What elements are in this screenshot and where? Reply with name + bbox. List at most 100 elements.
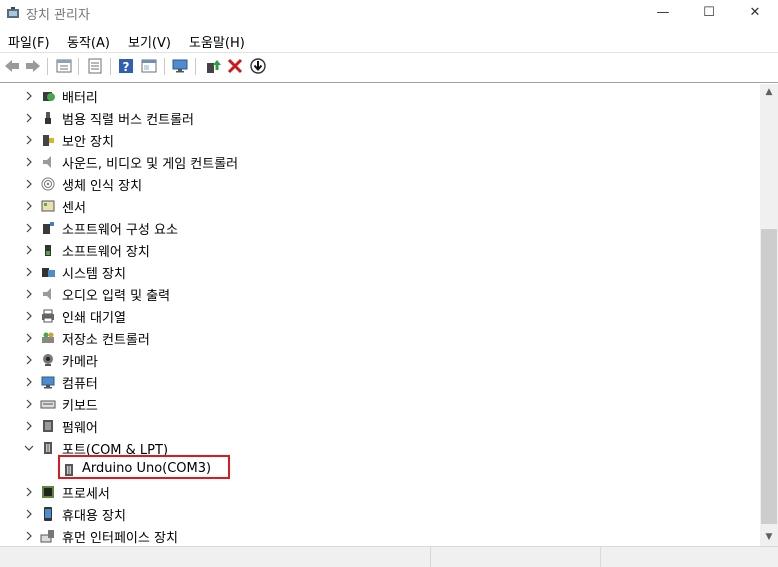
chevron-right-icon[interactable] — [22, 485, 36, 499]
chevron-right-icon[interactable] — [22, 331, 36, 345]
tree-node-label: 저장소 컨트롤러 — [62, 333, 150, 348]
update-driver-icon[interactable] — [203, 57, 221, 75]
software-device-icon — [45, 245, 51, 256]
menu-file[interactable]: 파일(F) — [8, 32, 50, 51]
tree-node-label: 키보드 — [62, 399, 98, 414]
chevron-right-icon[interactable] — [22, 221, 36, 235]
tree-node-label: 인쇄 대기열 — [62, 311, 126, 326]
tree-node[interactable]: 범용 직렬 버스 컨트롤러 — [0, 107, 760, 129]
close-button[interactable]: ✕ — [732, 0, 778, 26]
vertical-scrollbar[interactable]: ▲ ▼ — [760, 84, 778, 546]
toolbar-separator — [195, 58, 196, 75]
menu-action[interactable]: 동작(A) — [67, 32, 110, 51]
chevron-right-icon[interactable] — [22, 89, 36, 103]
device-manager-app-icon — [7, 7, 19, 18]
tree-node-label: 생체 인식 장치 — [62, 179, 143, 194]
software-component-icon — [43, 222, 54, 234]
tree-node-label: 시스템 장치 — [62, 267, 126, 282]
uninstall-icon[interactable] — [226, 57, 244, 75]
tree-node[interactable]: 프로세서 — [0, 481, 760, 503]
tree-node[interactable]: 펌웨어 — [0, 415, 760, 437]
port-icon — [44, 442, 52, 454]
tree-node-label: 휴대용 장치 — [62, 509, 126, 524]
battery-icon — [43, 92, 55, 101]
tree-node[interactable]: 배터리 — [0, 85, 760, 107]
tree-node[interactable]: 소프트웨어 구성 요소 — [0, 217, 760, 239]
tree-node-label: 센서 — [62, 201, 86, 216]
tree-node-label: 보안 장치 — [62, 135, 114, 150]
chevron-right-icon[interactable] — [22, 199, 36, 213]
scroll-up-icon[interactable]: ▲ — [760, 84, 778, 101]
status-segment — [600, 547, 761, 567]
chevron-right-icon[interactable] — [22, 529, 36, 543]
chevron-right-icon[interactable] — [22, 375, 36, 389]
scroll-down-icon[interactable]: ▼ — [760, 529, 778, 546]
maximize-button[interactable]: ☐ — [686, 0, 732, 26]
chevron-right-icon[interactable] — [22, 177, 36, 191]
properties-icon[interactable] — [55, 57, 73, 75]
tree-node-label: 소프트웨어 구성 요소 — [62, 223, 178, 238]
processor-icon — [42, 486, 54, 498]
scrollbar-thumb[interactable] — [761, 229, 777, 524]
tree-node-label: 오디오 입력 및 출력 — [62, 289, 171, 304]
tree-node-label: 컴퓨터 — [62, 377, 98, 392]
audio-icon — [43, 288, 51, 300]
chevron-right-icon[interactable] — [22, 419, 36, 433]
chevron-right-icon[interactable] — [22, 111, 36, 125]
tree-node-label: 소프트웨어 장치 — [62, 245, 150, 260]
tree-node[interactable]: 오디오 입력 및 출력 — [0, 283, 760, 305]
chevron-right-icon[interactable] — [22, 309, 36, 323]
status-segment — [430, 547, 601, 567]
tree-node-label: 사운드, 비디오 및 게임 컨트롤러 — [62, 157, 239, 172]
tree-node[interactable]: 생체 인식 장치 — [0, 173, 760, 195]
download-icon[interactable] — [249, 57, 267, 75]
tree-node-label: 펌웨어 — [62, 421, 98, 436]
computer-icon — [41, 376, 55, 389]
window-title: 장치 관리자 — [26, 8, 90, 23]
portable-device-icon — [44, 507, 52, 521]
hid-icon — [40, 530, 54, 543]
storage-icon — [42, 332, 54, 343]
sensor-icon — [41, 200, 55, 212]
chevron-right-icon[interactable] — [22, 507, 36, 521]
menu-help[interactable]: 도움말(H) — [189, 32, 245, 51]
tree-node[interactable]: 센서 — [0, 195, 760, 217]
tree-node[interactable]: 카메라 — [0, 349, 760, 371]
tree-node[interactable]: 보안 장치 — [0, 129, 760, 151]
toolbar-divider — [0, 82, 778, 83]
camera-icon — [43, 354, 53, 366]
tree-node[interactable]: 컴퓨터 — [0, 371, 760, 393]
chevron-right-icon[interactable] — [22, 397, 36, 411]
tree-node-label: 범용 직렬 버스 컨트롤러 — [62, 113, 194, 128]
forward-icon[interactable] — [24, 57, 42, 75]
security-icon — [43, 135, 54, 146]
tree-node[interactable]: 저장소 컨트롤러 — [0, 327, 760, 349]
chevron-right-icon[interactable] — [22, 243, 36, 257]
tree-node[interactable]: 소프트웨어 장치 — [0, 239, 760, 261]
tree-node[interactable]: 사운드, 비디오 및 게임 컨트롤러 — [0, 151, 760, 173]
status-bar — [0, 546, 778, 567]
chevron-right-icon[interactable] — [22, 155, 36, 169]
view-icon[interactable] — [140, 57, 158, 75]
tree-node[interactable]: 인쇄 대기열 — [0, 305, 760, 327]
menu-divider — [0, 52, 778, 53]
chevron-right-icon[interactable] — [22, 353, 36, 367]
minimize-button[interactable]: — — [640, 0, 686, 26]
tree-node-label: 프로세서 — [62, 487, 110, 502]
menu-view[interactable]: 보기(V) — [128, 32, 171, 51]
chevron-right-icon[interactable] — [22, 287, 36, 301]
toolbar-separator — [110, 58, 111, 75]
list-icon[interactable] — [86, 57, 104, 75]
tree-node[interactable]: 키보드 — [0, 393, 760, 415]
tree-node-label: 배터리 — [62, 91, 98, 106]
help-icon[interactable]: ? — [117, 57, 135, 75]
chevron-right-icon[interactable] — [22, 133, 36, 147]
tree-node[interactable]: 휴먼 인터페이스 장치 — [0, 525, 760, 546]
back-icon[interactable] — [3, 57, 21, 75]
monitor-icon[interactable] — [171, 57, 189, 75]
tree-node[interactable]: 시스템 장치 — [0, 261, 760, 283]
chevron-right-icon[interactable] — [22, 265, 36, 279]
tree-node[interactable]: 휴대용 장치 — [0, 503, 760, 525]
toolbar-separator — [78, 58, 79, 75]
chevron-down-icon[interactable] — [22, 441, 36, 455]
